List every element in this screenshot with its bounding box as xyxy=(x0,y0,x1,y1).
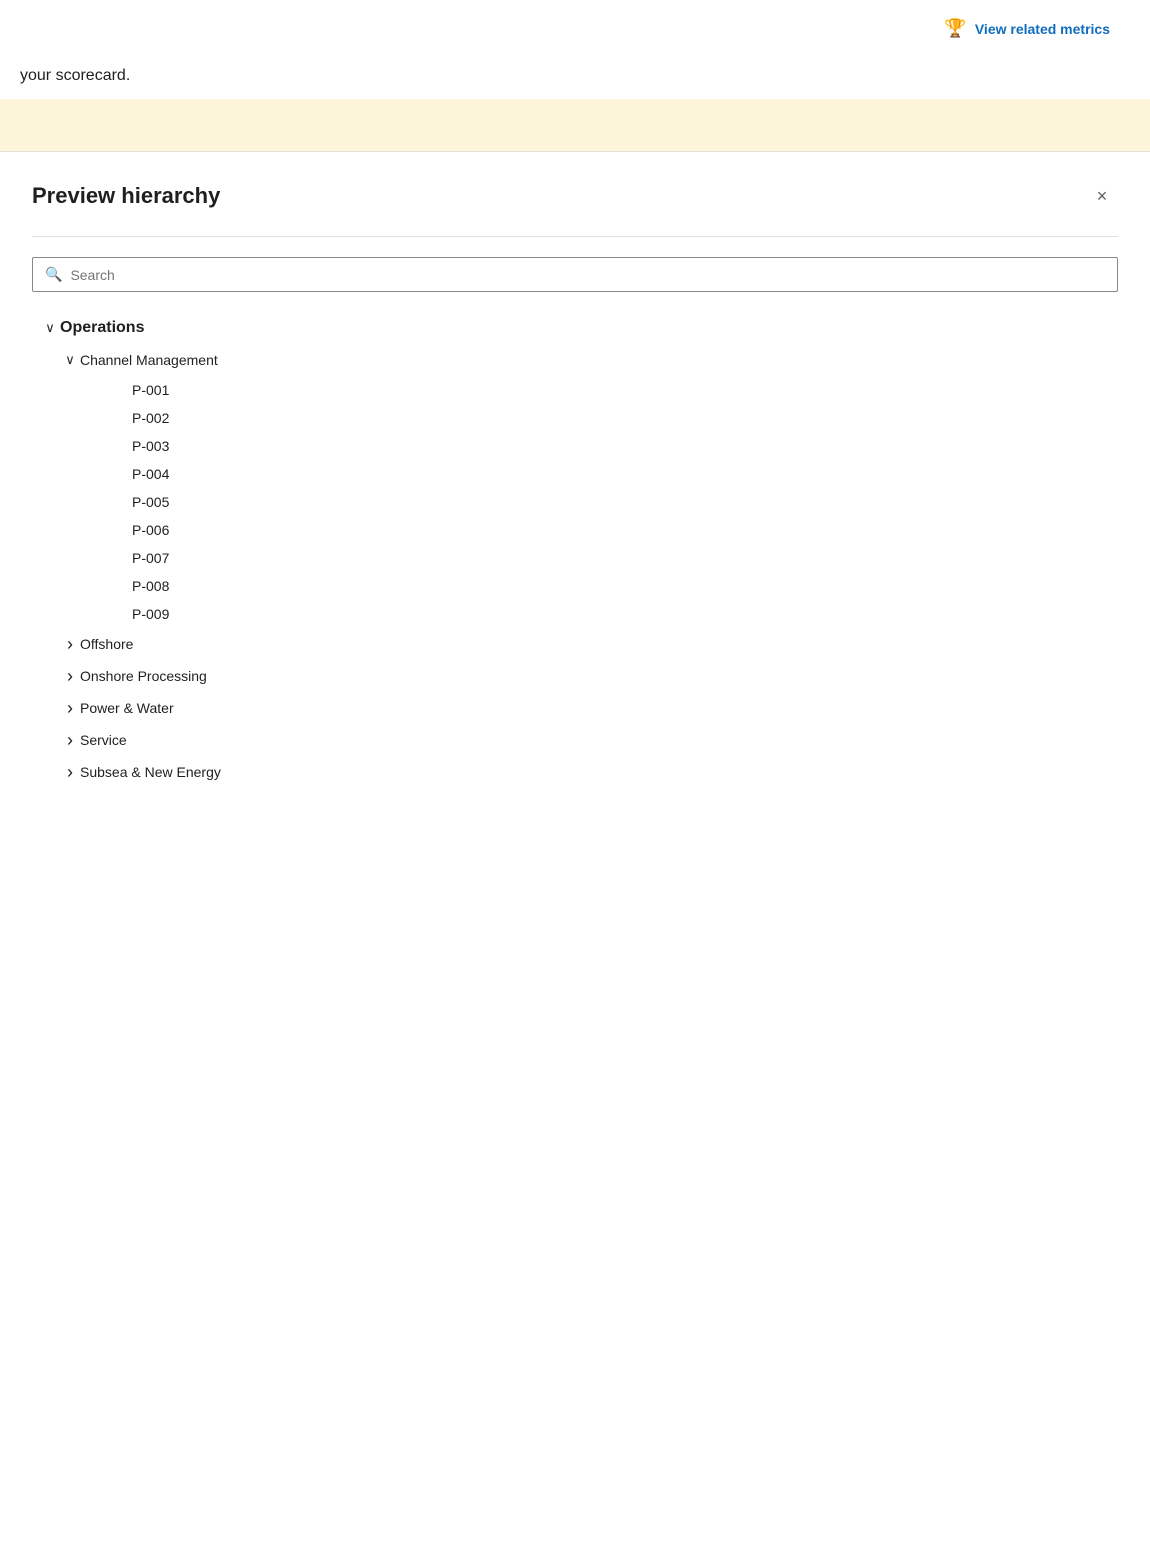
tree-item-p005: P-005 xyxy=(32,488,1118,516)
tree-item-p001: P-001 xyxy=(32,376,1118,404)
tree-row-p002[interactable]: P-002 xyxy=(32,404,1118,432)
tree-item-offshore: Offshore xyxy=(32,628,1118,660)
view-metrics-label: View related metrics xyxy=(975,21,1110,37)
trophy-icon: 🏆 xyxy=(944,18,966,39)
tree-item-p004: P-004 xyxy=(32,460,1118,488)
tree-row-p009[interactable]: P-009 xyxy=(32,600,1118,628)
chevron-right-icon xyxy=(60,698,80,718)
tree-item-p009: P-009 xyxy=(32,600,1118,628)
close-icon: × xyxy=(1097,186,1108,207)
tree-label-p009: P-009 xyxy=(132,606,169,622)
operations-children: Channel Management P-001 P- xyxy=(32,344,1118,788)
tree-label-channel-management: Channel Management xyxy=(80,352,218,368)
tree-label-p008: P-008 xyxy=(132,578,169,594)
tree-label-p007: P-007 xyxy=(132,550,169,566)
tree-item-p006: P-006 xyxy=(32,516,1118,544)
tree-label-p002: P-002 xyxy=(132,410,169,426)
tree-label-p006: P-006 xyxy=(132,522,169,538)
chevron-down-icon xyxy=(60,350,80,370)
tree-item-onshore-processing: Onshore Processing xyxy=(32,660,1118,692)
tree-row-channel-management[interactable]: Channel Management xyxy=(32,344,1118,376)
tree-label-p005: P-005 xyxy=(132,494,169,510)
tree-row-p004[interactable]: P-004 xyxy=(32,460,1118,488)
view-related-metrics-button[interactable]: 🏆 View related metrics xyxy=(944,18,1110,39)
tree-label-offshore: Offshore xyxy=(80,636,133,652)
divider xyxy=(32,236,1118,237)
chevron-right-icon xyxy=(60,730,80,750)
tree-label-power-water: Power & Water xyxy=(80,700,174,716)
tree-item-subsea-new-energy: Subsea & New Energy xyxy=(32,756,1118,788)
tree-row-p008[interactable]: P-008 xyxy=(32,572,1118,600)
preview-hierarchy-panel: Preview hierarchy × 🔍 Operations Channel… xyxy=(0,151,1150,820)
tree-row-onshore-processing[interactable]: Onshore Processing xyxy=(32,660,1118,692)
search-box[interactable]: 🔍 xyxy=(32,257,1118,292)
tree-item-p002: P-002 xyxy=(32,404,1118,432)
tree-label-p003: P-003 xyxy=(132,438,169,454)
tree-label-subsea-new-energy: Subsea & New Energy xyxy=(80,764,221,780)
tree-label-p001: P-001 xyxy=(132,382,169,398)
chevron-right-icon xyxy=(60,762,80,782)
scorecard-text: your scorecard. xyxy=(0,57,1150,99)
tree-item-p008: P-008 xyxy=(32,572,1118,600)
tree-row-subsea-new-energy[interactable]: Subsea & New Energy xyxy=(32,756,1118,788)
search-input[interactable] xyxy=(70,267,1105,283)
tree-label-p004: P-004 xyxy=(132,466,169,482)
panel-title: Preview hierarchy xyxy=(32,183,220,209)
tree-item-power-water: Power & Water xyxy=(32,692,1118,724)
tree-label-onshore-processing: Onshore Processing xyxy=(80,668,207,684)
yellow-banner xyxy=(0,99,1150,151)
hierarchy-tree: Operations Channel Management P-001 xyxy=(32,312,1118,788)
tree-row-operations[interactable]: Operations xyxy=(32,312,1118,344)
tree-row-p003[interactable]: P-003 xyxy=(32,432,1118,460)
tree-row-p007[interactable]: P-007 xyxy=(32,544,1118,572)
tree-item-operations: Operations Channel Management P-001 xyxy=(32,312,1118,788)
chevron-right-icon xyxy=(60,666,80,686)
tree-row-offshore[interactable]: Offshore xyxy=(32,628,1118,660)
chevron-right-icon xyxy=(60,634,80,654)
tree-row-p005[interactable]: P-005 xyxy=(32,488,1118,516)
close-button[interactable]: × xyxy=(1086,180,1118,212)
tree-item-p003: P-003 xyxy=(32,432,1118,460)
tree-label-service: Service xyxy=(80,732,127,748)
tree-item-service: Service xyxy=(32,724,1118,756)
tree-row-service[interactable]: Service xyxy=(32,724,1118,756)
search-icon: 🔍 xyxy=(45,266,62,283)
tree-label-operations: Operations xyxy=(60,319,144,337)
tree-item-channel-management: Channel Management P-001 P- xyxy=(32,344,1118,628)
channel-management-children: P-001 P-002 P-003 xyxy=(32,376,1118,628)
tree-row-power-water[interactable]: Power & Water xyxy=(32,692,1118,724)
tree-row-p001[interactable]: P-001 xyxy=(32,376,1118,404)
chevron-down-icon xyxy=(40,318,60,338)
tree-item-p007: P-007 xyxy=(32,544,1118,572)
tree-row-p006[interactable]: P-006 xyxy=(32,516,1118,544)
